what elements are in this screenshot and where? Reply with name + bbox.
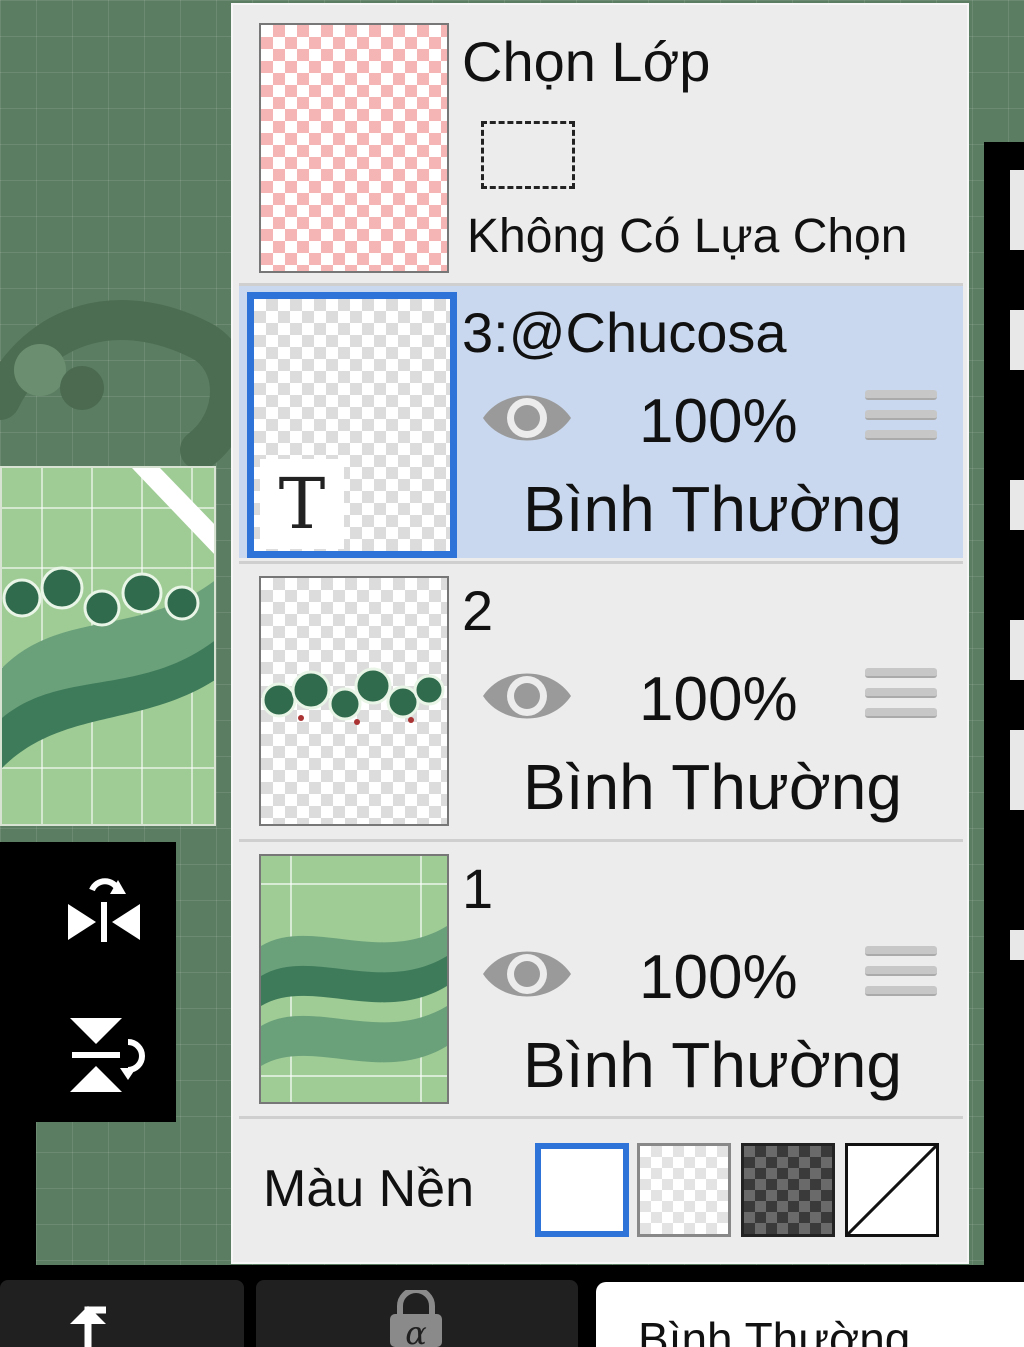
flip-vertical-icon[interactable] (62, 1012, 146, 1096)
svg-text:α: α (405, 1314, 427, 1347)
selection-layer-title: Chọn Lớp (462, 30, 711, 93)
background-none-swatch[interactable] (845, 1143, 939, 1237)
side-toolbar (0, 842, 176, 1122)
layer-panel: Chọn Lớp Không Có Lựa Chọn T 3:@Chucosa … (231, 3, 969, 1264)
background-dark-checker-swatch[interactable] (741, 1143, 835, 1237)
layer-name: 3:@Chucosa (462, 301, 787, 364)
preview-artwork (2, 468, 214, 824)
background-color-row: Màu Nền (239, 1119, 963, 1259)
right-tool-icon-2[interactable] (1010, 310, 1024, 370)
layer-2-artwork (261, 667, 445, 725)
right-tool-icon-4[interactable] (1010, 620, 1024, 680)
selection-layer-thumbnail (259, 23, 449, 273)
layer-name: 2 (462, 579, 494, 642)
layer-opacity[interactable]: 100% (639, 664, 798, 735)
layer-blend-mode: Bình Thường (523, 473, 902, 545)
selection-layer-row[interactable]: Chọn Lớp Không Có Lựa Chọn (239, 11, 963, 283)
side-toolbar-lower (0, 1120, 36, 1265)
canvas-artwork-fragment (0, 300, 240, 470)
canvas-preview-thumbnail[interactable] (0, 466, 216, 826)
right-tool-icon-1[interactable] (1010, 170, 1024, 250)
drag-handle-icon[interactable] (865, 390, 937, 448)
text-layer-icon: T (260, 459, 344, 549)
eye-icon[interactable] (479, 384, 575, 452)
eye-icon[interactable] (479, 662, 575, 730)
layer-row-2[interactable]: 2 100% Bình Thường (239, 564, 963, 836)
back-button[interactable] (0, 1280, 244, 1347)
drag-handle-icon[interactable] (865, 946, 937, 1004)
selection-status: Không Có Lựa Chọn (467, 210, 908, 263)
right-tool-icon-6[interactable] (1010, 930, 1024, 960)
flip-horizontal-icon[interactable] (62, 872, 146, 956)
eye-icon[interactable] (479, 940, 575, 1008)
background-color-label: Màu Nền (263, 1160, 474, 1218)
layer-row-3[interactable]: T 3:@Chucosa 100% Bình Thường (239, 286, 963, 558)
right-tool-icon-5[interactable] (1010, 730, 1024, 810)
slash-icon (848, 1146, 936, 1234)
layer-thumbnail-3: T (247, 292, 457, 558)
layer-row-1[interactable]: 1 100% Bình Thường (239, 842, 963, 1114)
background-white-swatch[interactable] (535, 1143, 629, 1237)
blend-mode-label: Bình Thường (638, 1313, 911, 1347)
alpha-lock-icon: α (390, 1290, 442, 1347)
layer-thumbnail-2 (259, 576, 449, 826)
layer-blend-mode: Bình Thường (523, 1029, 902, 1101)
layer-1-artwork (261, 856, 447, 1102)
back-arrow-icon (70, 1306, 106, 1347)
layer-thumbnail-1 (259, 854, 449, 1104)
layer-opacity[interactable]: 100% (639, 386, 798, 457)
layer-name: 1 (462, 857, 494, 920)
layer-blend-mode: Bình Thường (523, 751, 902, 823)
right-tool-icon-3[interactable] (1010, 480, 1024, 530)
selection-marquee-icon (481, 121, 575, 189)
background-light-checker-swatch[interactable] (637, 1143, 731, 1237)
drag-handle-icon[interactable] (865, 668, 937, 726)
alpha-lock-button[interactable]: α (256, 1280, 578, 1347)
blend-mode-dropdown[interactable]: Bình Thường (596, 1282, 1024, 1347)
layer-opacity[interactable]: 100% (639, 942, 798, 1013)
